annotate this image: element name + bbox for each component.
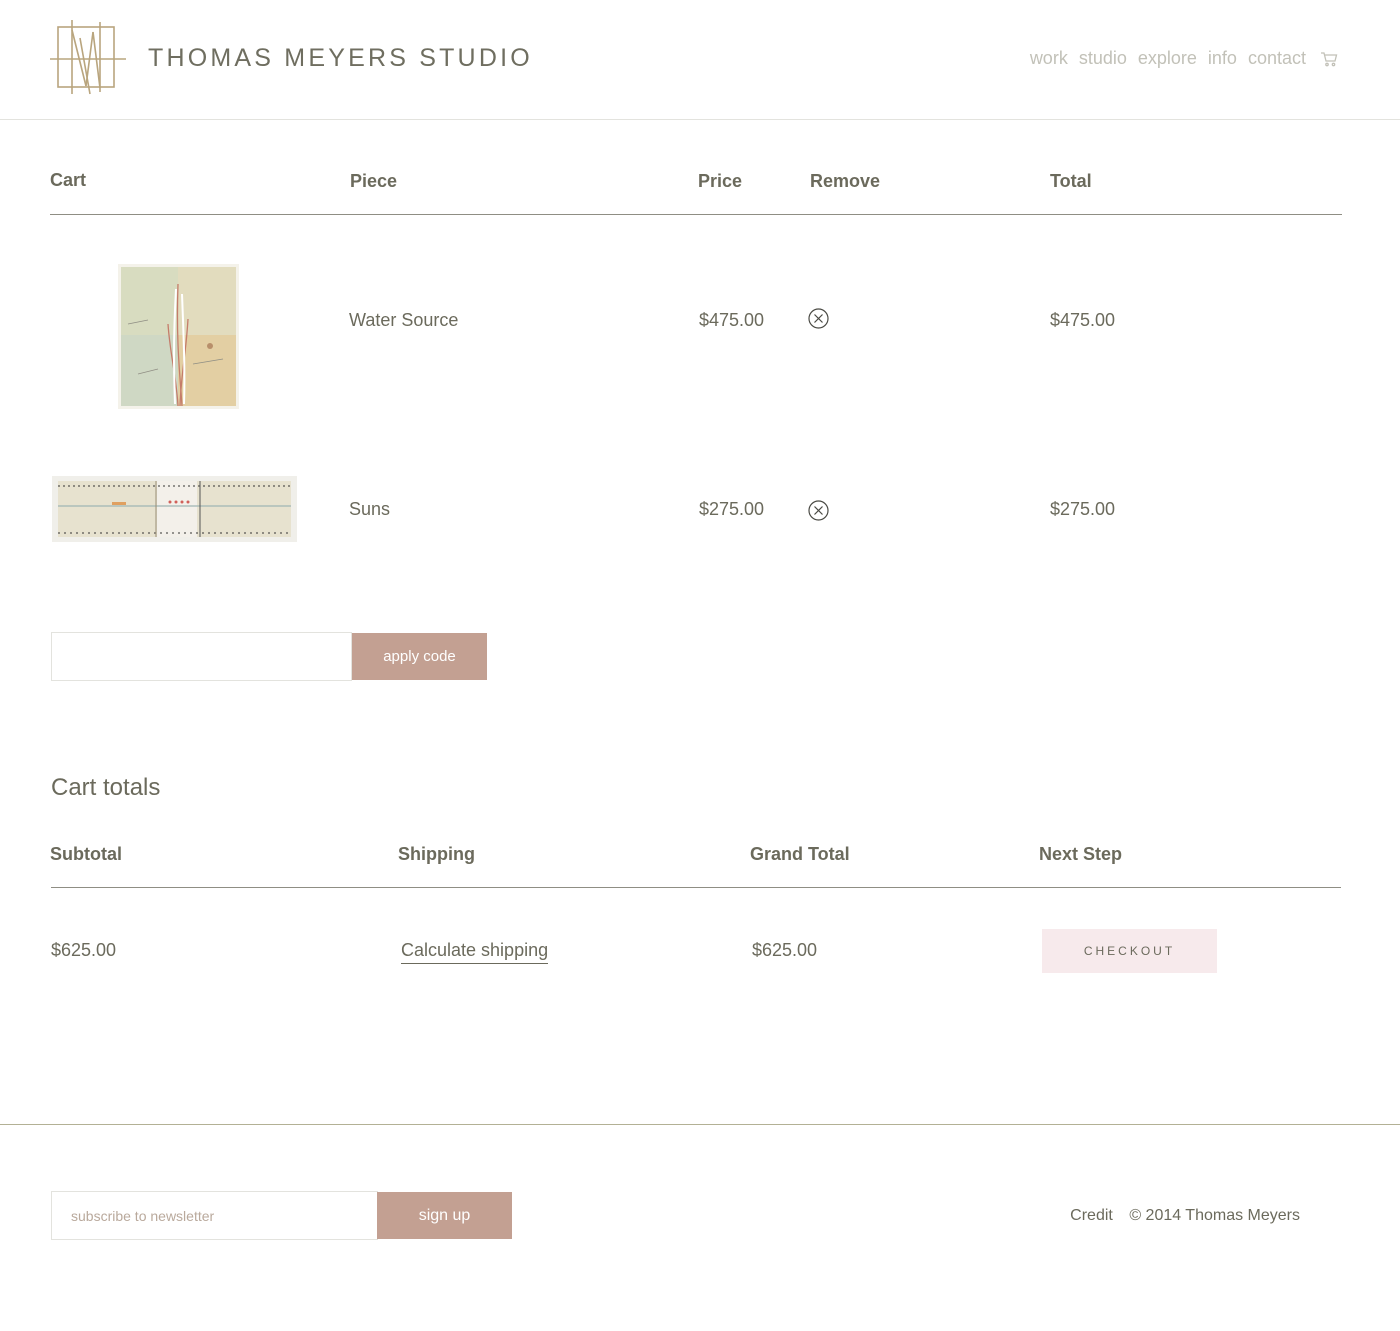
nav-item-contact[interactable]: contact — [1248, 48, 1306, 69]
nav-item-info[interactable]: info — [1208, 48, 1237, 69]
cart-header-remove: Remove — [810, 171, 881, 191]
coupon-input[interactable] — [51, 632, 352, 681]
apply-code-button[interactable]: apply code — [352, 633, 487, 680]
cart-header-price: Price — [698, 171, 743, 191]
nav-item-studio[interactable]: studio — [1079, 48, 1127, 69]
remove-circle-icon[interactable] — [808, 308, 829, 329]
checkout-button[interactable]: CHECKOUT — [1042, 929, 1217, 973]
cart-totals-title: Cart totals — [51, 774, 161, 801]
credit-link[interactable]: Credit — [1070, 1207, 1113, 1224]
cart-header-cart: Cart — [50, 170, 87, 190]
subtotal-value: $625.00 — [51, 940, 117, 960]
copyright-text: © 2014 Thomas Meyers — [1129, 1207, 1300, 1224]
nav-item-explore[interactable]: explore — [1138, 48, 1197, 69]
cart-icon[interactable] — [1320, 50, 1338, 68]
product-thumbnail[interactable] — [118, 264, 239, 409]
cart-header-total: Total — [1050, 171, 1092, 191]
calculate-shipping-link[interactable]: Calculate shipping — [401, 940, 549, 964]
site-header: THOMAS MEYERS STUDIO work studio explore… — [0, 0, 1400, 120]
totals-header-grand-total: Grand Total — [750, 844, 850, 864]
totals-header-shipping: Shipping — [398, 844, 475, 864]
line-total: $475.00 — [1050, 310, 1116, 330]
remove-circle-icon[interactable] — [808, 500, 829, 521]
brand-name[interactable]: THOMAS MEYERS STUDIO — [148, 44, 533, 73]
totals-header-divider — [51, 887, 1341, 888]
cart-header-divider — [50, 214, 1342, 215]
footer-links: Credit © 2014 Thomas Meyers — [1070, 1207, 1300, 1225]
main-nav: work studio explore info contact — [1019, 48, 1338, 69]
cart-header-piece: Piece — [350, 171, 398, 191]
sign-up-button[interactable]: sign up — [377, 1192, 512, 1239]
line-total: $275.00 — [1050, 499, 1116, 519]
product-thumbnail[interactable] — [52, 476, 297, 542]
newsletter-input[interactable] — [51, 1191, 378, 1240]
totals-header-subtotal: Subtotal — [50, 844, 122, 864]
piece-price: $275.00 — [699, 499, 765, 519]
grand-total-value: $625.00 — [752, 940, 818, 960]
logo-icon — [50, 20, 126, 95]
piece-name[interactable]: Suns — [349, 499, 390, 520]
nav-item-work[interactable]: work — [1030, 48, 1068, 69]
piece-price: $475.00 — [699, 310, 765, 330]
footer-divider — [0, 1124, 1400, 1125]
totals-header-next-step: Next Step — [1039, 844, 1123, 864]
piece-name[interactable]: Water Source — [349, 310, 458, 331]
